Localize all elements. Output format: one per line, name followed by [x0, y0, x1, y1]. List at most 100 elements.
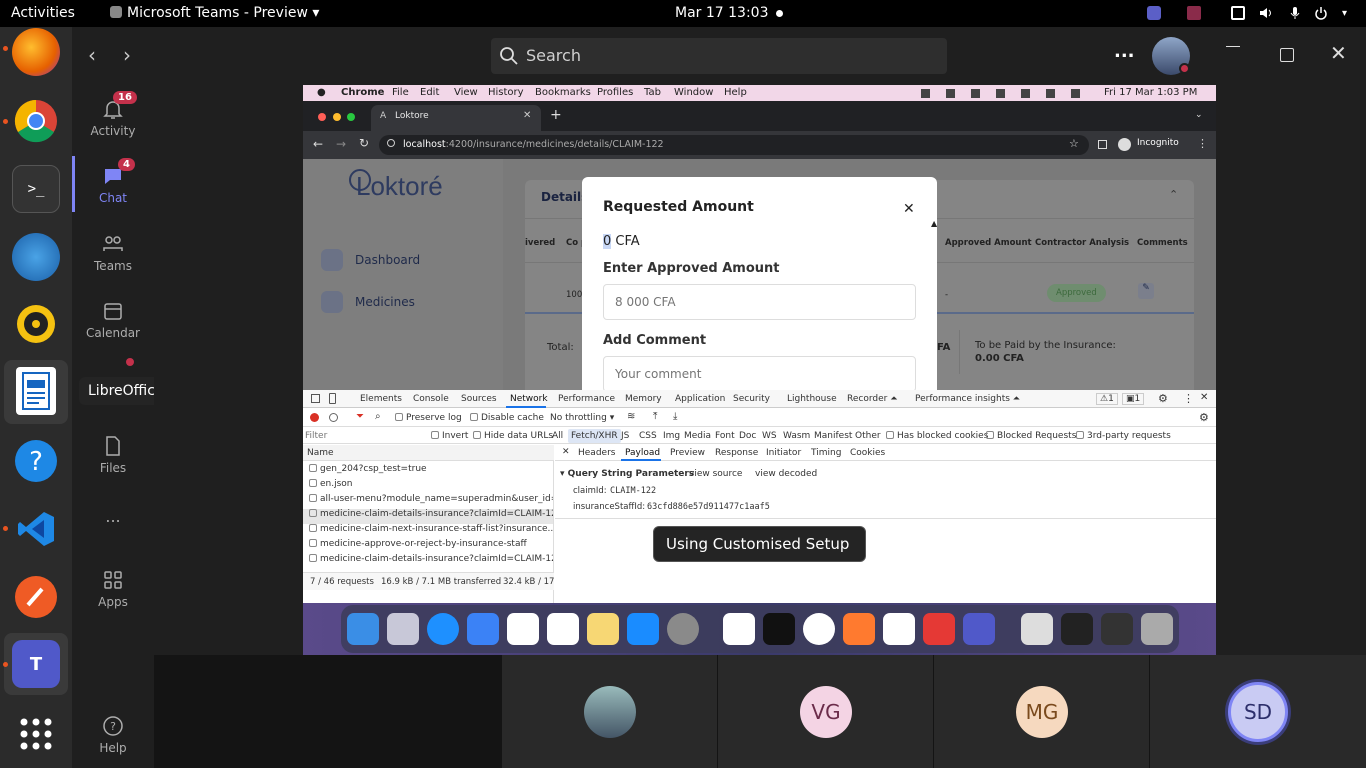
terminal-icon[interactable]: >_	[12, 165, 60, 213]
search-network-icon[interactable]: ⌕	[375, 411, 381, 422]
approved-amount-input[interactable]	[603, 284, 916, 320]
detail-tab-headers[interactable]: Headers	[578, 448, 615, 458]
new-tab-button[interactable]: +	[550, 107, 562, 123]
filter-wasm[interactable]: Wasm	[783, 431, 810, 441]
hide-data-urls-checkbox[interactable]: Hide data URLs	[473, 431, 553, 441]
mac-menu-window[interactable]: Window	[674, 87, 713, 98]
devtools-tab-sources[interactable]: Sources	[461, 394, 497, 404]
devtools-tab-network[interactable]: Network	[510, 394, 548, 404]
teams-icon[interactable]: T	[12, 640, 60, 688]
request-row-selected[interactable]: medicine-claim-details-insurance?claimId…	[303, 509, 553, 524]
app-menu[interactable]: Microsoft Teams - Preview ▾	[110, 5, 319, 21]
detail-tab-preview[interactable]: Preview	[670, 448, 705, 458]
modal-close-icon[interactable]: ✕	[903, 201, 915, 217]
wps-office-icon[interactable]	[923, 613, 955, 645]
mac-teams-icon[interactable]	[963, 613, 995, 645]
detail-close-icon[interactable]: ✕	[562, 447, 570, 457]
devtools-tab-lighthouse[interactable]: Lighthouse	[787, 394, 837, 404]
participant-tile[interactable]	[502, 655, 717, 768]
system-menu-arrow[interactable]: ▾	[1342, 8, 1347, 19]
devtools-tab-elements[interactable]: Elements	[360, 394, 402, 404]
back-arrow-icon[interactable]: ‹	[88, 43, 96, 67]
request-row[interactable]: all-user-menu?module_name=superadmin&use…	[303, 494, 553, 509]
rail-chat[interactable]: Chat	[72, 164, 154, 205]
postman-icon[interactable]	[12, 573, 60, 621]
name-column-header[interactable]: Name	[307, 448, 334, 458]
detail-tab-timing[interactable]: Timing	[811, 448, 841, 458]
chrome-icon[interactable]	[12, 97, 60, 145]
filter-font[interactable]: Font	[715, 431, 735, 441]
filter-icon[interactable]: ⏷	[356, 411, 364, 422]
network-conditions-icon[interactable]: ≋	[627, 411, 635, 422]
devtools-settings-icon[interactable]: ⚙	[1158, 392, 1168, 405]
detail-tab-cookies[interactable]: Cookies	[850, 448, 885, 458]
detail-tab-initiator[interactable]: Initiator	[766, 448, 801, 458]
screenshot-stack-icon[interactable]	[1061, 613, 1093, 645]
import-har-icon[interactable]: ⤒	[653, 411, 657, 422]
mac-close-button[interactable]	[318, 113, 326, 121]
collapse-chevron-icon[interactable]: ⌃	[1169, 188, 1178, 201]
volume-icon[interactable]	[1259, 6, 1273, 20]
filter-js[interactable]: JS	[621, 431, 629, 441]
rail-files[interactable]: Files	[72, 434, 154, 475]
messages-counter[interactable]: ▣1	[1122, 393, 1145, 405]
help-icon[interactable]: ?	[12, 437, 60, 485]
recent-window-icon[interactable]	[1101, 613, 1133, 645]
third-party-requests-checkbox[interactable]: 3rd-party requests	[1076, 431, 1171, 441]
devtools-close-icon[interactable]: ✕	[1200, 392, 1208, 403]
address-bar[interactable]: localhost:4200/insurance/medicines/detai…	[379, 135, 1089, 155]
invert-checkbox[interactable]: Invert	[431, 431, 468, 441]
incognito-label[interactable]: Incognito	[1137, 138, 1179, 148]
mac-menu-help[interactable]: Help	[724, 87, 747, 98]
detail-tab-response[interactable]: Response	[715, 448, 758, 458]
mac-menu-edit[interactable]: Edit	[420, 87, 439, 98]
detail-tab-payload[interactable]: Payload	[625, 448, 660, 458]
tray-app-icon[interactable]	[1187, 6, 1201, 20]
chrome-menu-icon[interactable]: ⋮	[1197, 137, 1208, 150]
devtools-tab-security[interactable]: Security	[733, 394, 770, 404]
rail-teams[interactable]: Teams	[72, 232, 154, 273]
blocked-requests-checkbox[interactable]: Blocked Requests	[986, 431, 1076, 441]
search-box[interactable]: Search	[491, 38, 947, 74]
device-toolbar-icon[interactable]	[329, 393, 336, 404]
firefox-icon[interactable]	[12, 28, 60, 76]
trash-icon[interactable]	[1141, 613, 1173, 645]
filter-all[interactable]: All	[552, 431, 563, 441]
browser-back-icon[interactable]: ←	[313, 137, 323, 151]
reload-icon[interactable]: ↻	[359, 136, 369, 150]
mac-menu-file[interactable]: File	[392, 87, 409, 98]
mac-minimize-button[interactable]	[333, 113, 341, 121]
teams-tray-icon[interactable]	[1147, 6, 1161, 20]
thunderbird-icon[interactable]	[12, 233, 60, 281]
show-apps-icon[interactable]	[12, 710, 60, 758]
notes-icon[interactable]	[587, 613, 619, 645]
mac-menu-chrome[interactable]: Chrome	[341, 87, 384, 98]
request-row[interactable]: gen_204?csp_test=true	[303, 464, 553, 479]
libreoffice-writer-icon[interactable]	[16, 367, 56, 415]
filter-fetch-xhr[interactable]: Fetch/XHR	[568, 429, 621, 443]
more-options-button[interactable]: ...	[1114, 41, 1135, 62]
close-window-icon[interactable]: ✕	[1330, 41, 1347, 65]
mac-menu-profiles[interactable]: Profiles	[597, 87, 633, 98]
clear-icon[interactable]	[329, 413, 338, 422]
comment-input[interactable]	[603, 356, 916, 390]
rail-apps[interactable]: Apps	[72, 568, 154, 609]
export-har-icon[interactable]: ⤓	[673, 411, 677, 422]
filter-manifest[interactable]: Manifest	[814, 431, 852, 441]
mac-menu-tab[interactable]: Tab	[644, 87, 661, 98]
nav-dashboard[interactable]: Dashboard	[355, 253, 420, 267]
clock[interactable]: Mar 17 13:03	[675, 5, 768, 21]
downloads-stack-icon[interactable]	[1021, 613, 1053, 645]
request-row[interactable]: en.json	[303, 479, 553, 494]
maximize-icon[interactable]	[1280, 48, 1294, 62]
filter-ws[interactable]: WS	[762, 431, 777, 441]
bookmark-star-icon[interactable]: ☆	[1069, 137, 1079, 150]
launchpad-icon[interactable]	[387, 613, 419, 645]
rail-calendar[interactable]: Calendar	[72, 299, 154, 340]
devtools-more-icon[interactable]: ⋮	[1183, 392, 1194, 405]
power-icon[interactable]	[1314, 6, 1328, 20]
tab-close-icon[interactable]: ✕	[523, 110, 531, 121]
view-source-link[interactable]: view source	[689, 469, 742, 479]
nav-medicines[interactable]: Medicines	[355, 295, 415, 309]
mac-menu-bookmarks[interactable]: Bookmarks	[535, 87, 591, 98]
